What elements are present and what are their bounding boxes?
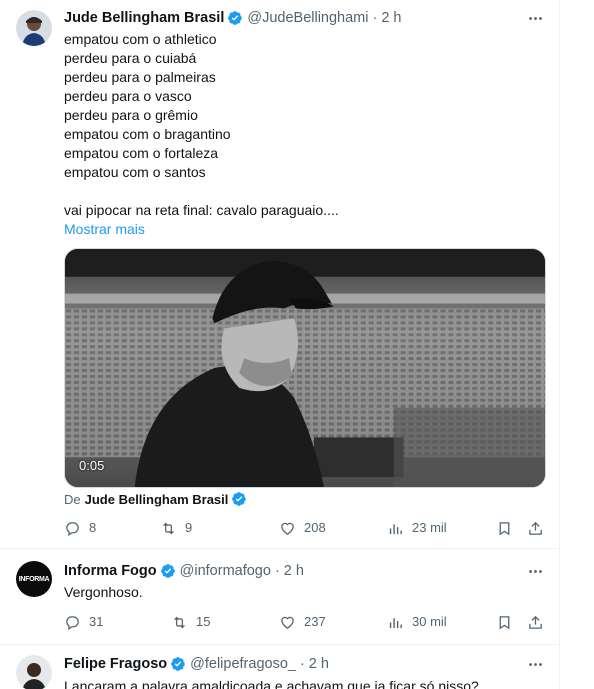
source-name[interactable]: Jude Bellingham Brasil [85, 492, 229, 507]
verified-badge-icon [171, 657, 185, 671]
repost-icon [163, 522, 174, 534]
reply-button[interactable]: 31 [64, 612, 103, 632]
video-player[interactable]: 0:05 [64, 248, 546, 488]
author-handle[interactable]: @informafogo [180, 563, 271, 579]
tweet-header: Jude Bellingham Brasil @JudeBellinghami … [64, 7, 402, 29]
avatar[interactable] [16, 655, 52, 689]
tweet[interactable]: INFORMA Informa Fogo @informafogo · 2 h … [0, 549, 560, 645]
views-button[interactable]: 23 mil [387, 518, 447, 538]
bookmark-icon [499, 521, 510, 535]
like-icon [281, 522, 294, 535]
more-button[interactable] [524, 7, 546, 29]
repost-button[interactable]: 15 [171, 612, 210, 632]
tweet-line: perdeu para o grêmio [64, 107, 198, 123]
bookmark-button[interactable] [496, 612, 521, 632]
reply-count: 31 [89, 614, 104, 629]
views-icon [389, 523, 402, 534]
separator-dot: · [372, 10, 378, 26]
tweet-line: empatou com o fortaleza [64, 145, 219, 161]
tweet-actions: 8 9 208 23 mil [64, 518, 546, 538]
separator-dot: · [274, 563, 280, 579]
repost-button[interactable]: 9 [160, 518, 192, 538]
repost-count: 9 [185, 520, 193, 535]
repost-count: 15 [196, 614, 211, 629]
author-name[interactable]: Felipe Fragoso [64, 656, 167, 672]
tweet-header: Felipe Fragoso @felipefragoso_ · 2 h [64, 653, 329, 675]
tweet-time[interactable]: 2 h [284, 563, 304, 579]
tweet-line: empatou com o athletico [64, 31, 217, 47]
video-source: De Jude Bellingham Brasil [64, 489, 251, 509]
tweet-actions: 31 15 237 30 mil [64, 612, 546, 632]
tweet-time[interactable]: 2 h [381, 10, 401, 26]
share-icon [529, 615, 542, 629]
verified-badge-icon [228, 11, 243, 25]
tweet-line: perdeu para o vasco [64, 88, 192, 104]
avatar-logo-text: INFORMA [18, 575, 50, 583]
tweet-line: perdeu para o palmeiras [64, 69, 216, 85]
reply-count: 8 [89, 520, 97, 535]
tweet-line: perdeu para o cuiabá [64, 50, 197, 66]
timeline-feed: Jude Bellingham Brasil @JudeBellinghami … [0, 0, 560, 689]
verified-badge-icon [232, 492, 247, 506]
views-count: 30 mil [412, 614, 447, 629]
tweet-time[interactable]: 2 h [309, 656, 329, 672]
source-prefix: De [64, 491, 81, 507]
tweet-line: empatou com o bragantino [64, 126, 231, 142]
like-button[interactable]: 237 [279, 612, 326, 632]
verified-badge-icon [160, 564, 175, 578]
share-icon [529, 521, 542, 535]
more-button[interactable] [524, 560, 546, 582]
author-name[interactable]: Jude Bellingham Brasil [64, 10, 224, 26]
like-count: 208 [304, 520, 326, 535]
views-icon [389, 617, 402, 628]
tweet-header: Informa Fogo @informafogo · 2 h [64, 560, 304, 582]
author-handle[interactable]: @felipefragoso_ [190, 656, 296, 672]
tweet-line: empatou com o santos [64, 164, 206, 180]
views-button[interactable]: 30 mil [387, 612, 447, 632]
author-handle[interactable]: @JudeBellinghami [247, 10, 368, 26]
tweet[interactable]: Felipe Fragoso @felipefragoso_ · 2 h Lan… [0, 645, 560, 689]
video-timestamp: 0:05 [79, 458, 105, 473]
more-icon [528, 16, 542, 20]
views-count: 23 mil [412, 520, 447, 535]
like-button[interactable]: 208 [279, 518, 326, 538]
author-name[interactable]: Informa Fogo [64, 563, 157, 579]
tweet[interactable]: Jude Bellingham Brasil @JudeBellinghami … [0, 0, 560, 549]
avatar[interactable] [16, 10, 52, 46]
repost-icon [174, 616, 185, 628]
more-button[interactable] [524, 653, 546, 675]
tweet-text: Lançaram a palavra amaldiçoada e achavam… [64, 678, 479, 689]
share-button[interactable] [527, 612, 552, 632]
like-icon [281, 616, 294, 629]
reply-icon [66, 615, 79, 630]
bookmark-button[interactable] [496, 518, 521, 538]
tweet-line: vai pipocar na reta final: cavalo paragu… [64, 202, 339, 218]
avatar[interactable]: INFORMA [16, 561, 52, 597]
tweet-text: Vergonhoso. [64, 584, 143, 600]
separator-dot: · [299, 656, 305, 672]
more-icon [528, 662, 542, 666]
share-button[interactable] [527, 518, 552, 538]
reply-button[interactable]: 8 [64, 518, 96, 538]
like-count: 237 [304, 614, 326, 629]
bookmark-icon [499, 615, 510, 629]
reply-icon [66, 521, 79, 536]
more-icon [528, 569, 542, 573]
tweet-text: empatou com o athletico perdeu para o cu… [64, 30, 339, 239]
video-thumbnail [65, 249, 545, 487]
show-more-link[interactable]: Mostrar mais [64, 220, 339, 239]
